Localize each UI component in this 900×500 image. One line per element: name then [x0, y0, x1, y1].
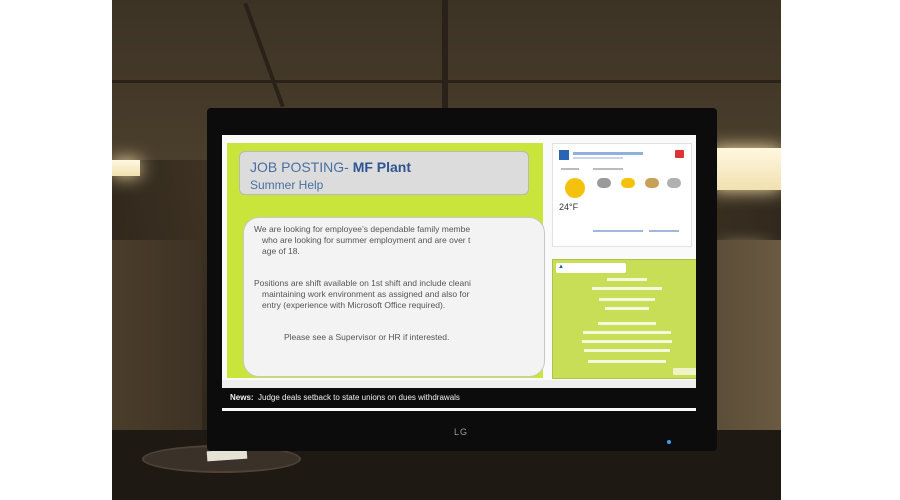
weather-link-bar[interactable]	[593, 230, 643, 232]
notice-line	[588, 360, 666, 363]
posting-header: JOB POSTING- MF Plant Summer Help	[239, 151, 529, 195]
weather-widget: 24°F	[552, 143, 692, 247]
ceiling-light-right	[712, 148, 781, 190]
notice-line	[583, 331, 671, 334]
notice-line	[598, 322, 656, 325]
news-ticker: News: Judge deals setback to state union…	[222, 388, 696, 408]
paragraph2-line: maintaining work environment as assigned…	[262, 289, 470, 299]
job-posting-panel: JOB POSTING- MF Plant Summer Help We are…	[227, 143, 545, 378]
notice-line	[599, 298, 655, 301]
weather-alert-icon[interactable]	[675, 150, 684, 158]
event-notice: ▲	[552, 259, 696, 379]
screen-divider	[222, 380, 696, 388]
notice-line	[605, 307, 649, 310]
company-logo: ▲	[556, 263, 626, 273]
paragraph1-line: age of 18.	[262, 246, 300, 256]
cloud-icon	[597, 178, 611, 188]
weather-location-bar	[573, 152, 643, 155]
weather-temperature: 24°F	[559, 202, 579, 212]
paragraph1-line: who are looking for summer employment an…	[262, 235, 471, 245]
weather-label-bar	[561, 168, 579, 170]
posting-body: We are looking for employee’s dependable…	[243, 217, 545, 377]
notice-line	[607, 278, 647, 281]
ceiling-grid-line	[112, 80, 781, 83]
posting-subtitle: Summer Help	[250, 178, 324, 192]
posting-title: JOB POSTING- MF Plant	[250, 159, 411, 175]
television: JOB POSTING- MF Plant Summer Help We are…	[207, 108, 717, 451]
notice-line	[584, 349, 670, 352]
ticker-headline: Judge deals setback to state unions on d…	[258, 393, 460, 402]
photo-scene: JOB POSTING- MF Plant Summer Help We are…	[112, 0, 781, 500]
weather-link-bar[interactable]	[649, 230, 679, 232]
weather-badge-icon	[559, 150, 569, 160]
sun-icon	[565, 178, 585, 198]
tv-brand-logo: LG	[454, 427, 469, 437]
partly-sunny-icon	[645, 178, 659, 188]
posting-title-prefix: JOB POSTING-	[250, 159, 353, 175]
sun-cloud-icon	[621, 178, 635, 188]
weather-sub-bar	[573, 157, 623, 159]
cloud-icon	[667, 178, 681, 188]
notice-line	[582, 340, 672, 343]
company-logo-mark: ▲	[558, 264, 564, 270]
ceiling-beam	[442, 0, 448, 120]
tv-screen: JOB POSTING- MF Plant Summer Help We are…	[222, 135, 696, 411]
paragraph1-line: We are looking for employee’s dependable…	[254, 224, 471, 234]
posting-title-emphasis: MF Plant	[352, 159, 412, 175]
ceiling-light-left	[112, 160, 140, 176]
ticker-text: News: Judge deals setback to state union…	[230, 393, 460, 402]
tv-power-led	[667, 440, 671, 444]
paragraph2-line: Positions are shift available on 1st shi…	[254, 278, 471, 288]
paragraph2-line: entry (experience with Microsoft Office …	[262, 300, 446, 310]
posting-closing: Please see a Supervisor or HR if interes…	[284, 332, 450, 342]
ticker-label: News:	[230, 393, 254, 402]
weather-label-bar	[593, 168, 623, 170]
notice-line	[592, 287, 662, 290]
notice-tag	[673, 368, 696, 375]
